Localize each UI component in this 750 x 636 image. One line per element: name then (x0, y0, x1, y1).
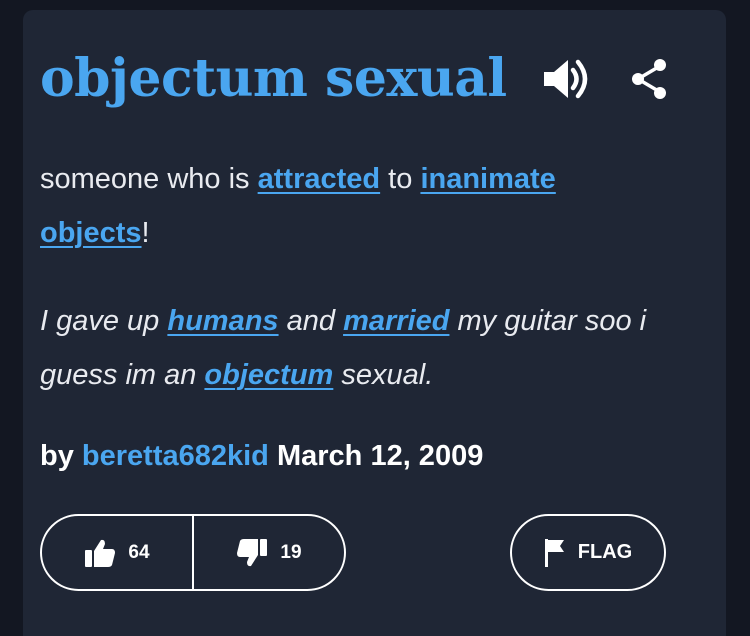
definition-text: someone who is attracted to inanimate ob… (40, 152, 640, 260)
flag-icon (544, 538, 564, 567)
thumbs-up-icon (85, 539, 116, 567)
contributor-line: by beretta682kid March 12, 2009 (40, 440, 483, 473)
flag-label: FLAG (577, 541, 633, 563)
share-icon[interactable] (629, 57, 669, 101)
entry-date: March 12, 2009 (276, 440, 484, 472)
definition-text-2: to (380, 163, 421, 195)
upvote-button[interactable]: 64 (42, 516, 192, 589)
downvote-count: 19 (280, 541, 302, 563)
link-married[interactable]: married (343, 305, 449, 337)
thumbs-down-icon (237, 538, 268, 566)
downvote-button[interactable]: 19 (194, 516, 344, 589)
page: objectum sexual someone who is attracted… (0, 0, 750, 636)
entry-header: objectum sexual (40, 48, 669, 109)
definition-text-1: someone who is (40, 163, 258, 195)
vote-buttons: 64 19 (40, 514, 346, 591)
link-objectum[interactable]: objectum (204, 359, 333, 391)
word-title[interactable]: objectum sexual (40, 48, 507, 109)
example-text: I gave up humans and married my guitar s… (40, 294, 660, 402)
example-text-2: and (278, 305, 344, 337)
definition-text-3: ! (141, 217, 150, 249)
example-text-1: I gave up (40, 305, 168, 337)
upvote-count: 64 (128, 541, 150, 563)
link-attracted[interactable]: attracted (258, 163, 381, 195)
speaker-icon[interactable] (541, 54, 591, 104)
example-text-4: sexual. (333, 359, 434, 391)
author-link[interactable]: beretta682kid (82, 440, 269, 472)
link-humans[interactable]: humans (167, 305, 278, 337)
contributor-prefix: by (40, 440, 74, 472)
flag-button[interactable]: FLAG (510, 514, 666, 591)
